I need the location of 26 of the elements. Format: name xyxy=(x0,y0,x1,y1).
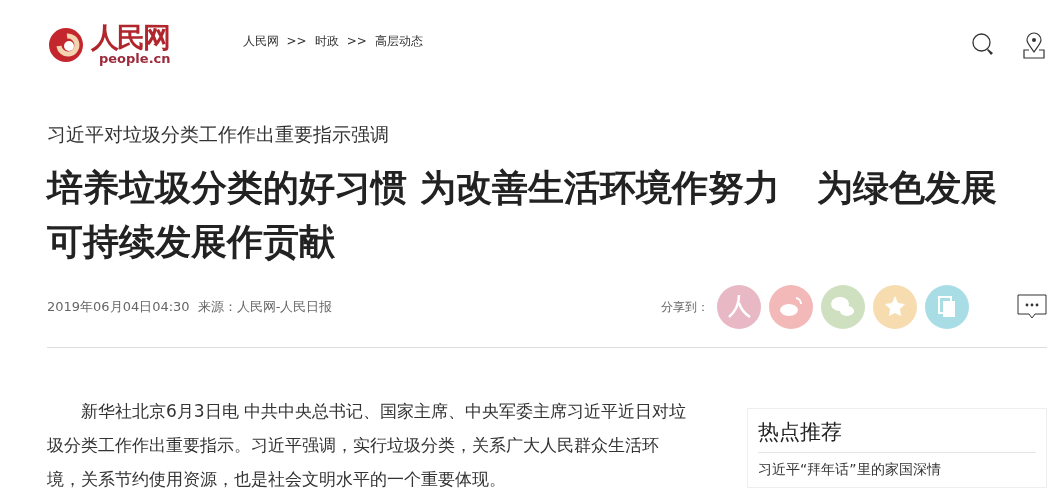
location-icon[interactable] xyxy=(1021,32,1047,60)
article-headline: 培养垃圾分类的好习惯 为改善生活环境作努力 为绿色发展可持续发展作贡献 xyxy=(47,165,999,264)
article-paragraph: 新华社北京6月3日电 中共中央总书记、国家主席、中央军委主席习近平近日对垃圾分类工作作出重要指示。习近平强调，实行垃圾分类，关系广大人民群众生活环境，关系节约使用资源，也是社会文明水平的一个重要体现。 xyxy=(47,399,687,491)
copy-share-button[interactable] xyxy=(925,284,969,329)
breadcrumb-link[interactable]: 人民网 xyxy=(242,32,279,50)
article-kicker: 习近平对垃圾分类工作作出重要指示强调 xyxy=(47,122,390,147)
breadcrumb-link[interactable]: 时政 xyxy=(314,32,339,50)
breadcrumb-link[interactable]: 高层动态 xyxy=(374,32,423,50)
weibo-share-button[interactable] xyxy=(769,284,813,329)
breadcrumb-separator: >> xyxy=(286,33,307,50)
chat-bubbles-share-button[interactable] xyxy=(821,284,865,329)
article-source: 来源：人民网-人民日报 xyxy=(197,297,333,316)
copy-icon xyxy=(938,295,955,317)
publish-date: 2019年06月04日04:30 xyxy=(47,297,190,316)
sidebar-title: 热点推荐 xyxy=(758,416,1036,453)
chat-bubbles-icon xyxy=(831,296,854,316)
people-share-button[interactable] xyxy=(717,284,761,329)
logo-domain[interactable]: people.cn xyxy=(99,52,171,65)
sidebar-link[interactable]: 习近平“拜年话”里的家国深情 xyxy=(758,461,1036,478)
comment-icon[interactable] xyxy=(1017,293,1047,320)
people-icon xyxy=(727,293,752,318)
breadcrumb-separator: >> xyxy=(346,33,367,50)
logo-title[interactable]: 人民网 xyxy=(91,24,171,52)
star-icon xyxy=(885,295,905,316)
star-share-button[interactable] xyxy=(873,284,917,329)
share-label: 分享到： xyxy=(661,298,709,316)
